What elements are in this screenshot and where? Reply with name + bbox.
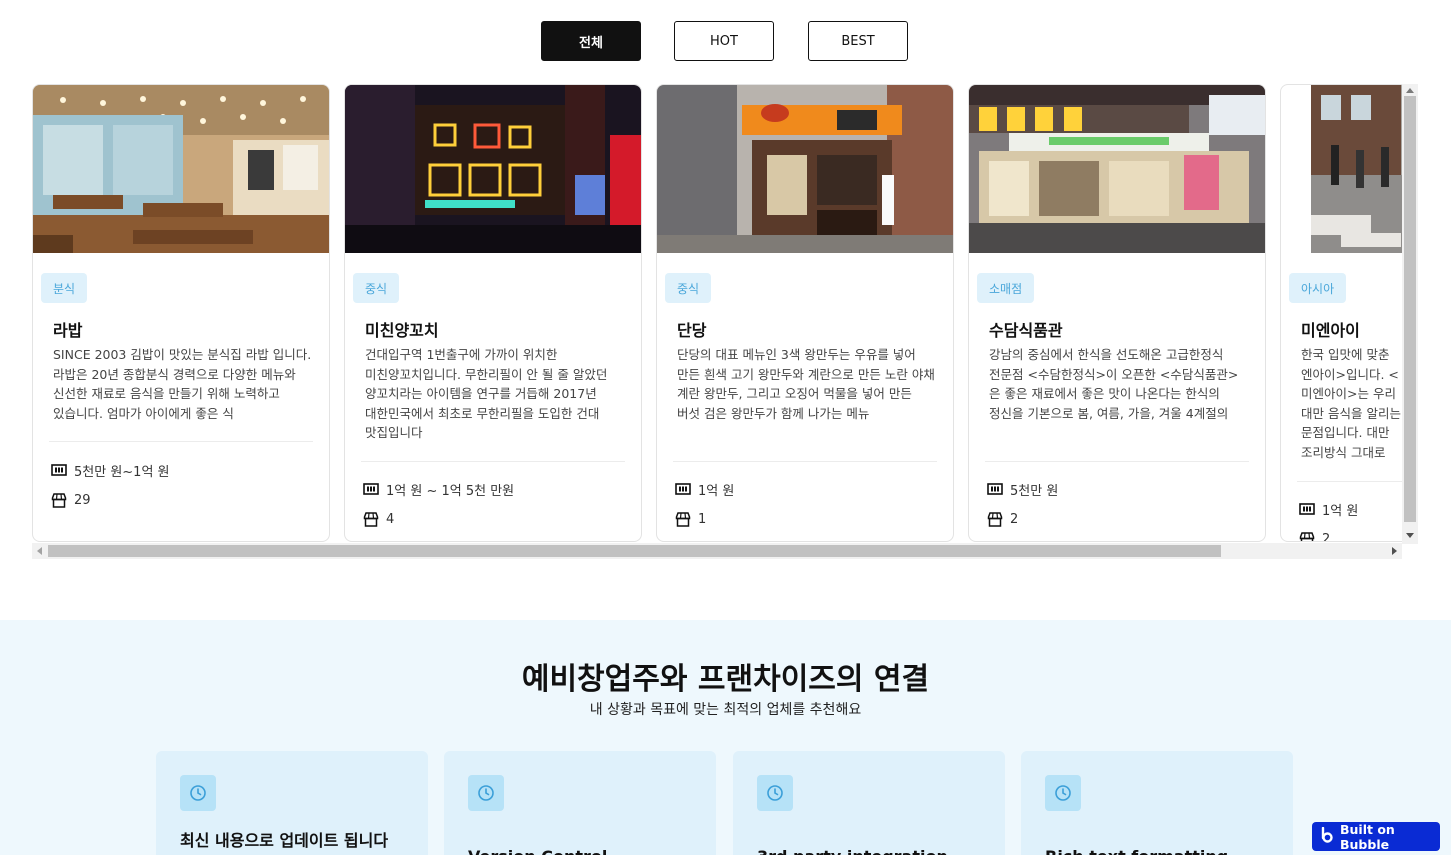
feature-label: 3rd party integration <box>757 847 948 855</box>
section-title: 예비창업주와 프랜차이즈의 연결 <box>521 662 930 697</box>
connection-section: 예비창업주와 프랜차이즈의 연결 내 상황과 목표에 맞는 최적의 업체를 추천… <box>0 620 1451 855</box>
card-title: 라밥 <box>53 321 83 340</box>
card-divider <box>985 461 1249 462</box>
cost-row: 1억 원 <box>1299 498 1358 520</box>
feature-card: 3rd party integration <box>733 751 1005 855</box>
scroll-left-arrow-icon[interactable] <box>37 547 42 555</box>
card-divider <box>673 461 937 462</box>
cost-row: 1억 원 ~ 1억 5천 만원 <box>363 478 514 500</box>
store-count: 2 <box>1010 511 1019 527</box>
scroll-up-arrow-icon[interactable] <box>1406 88 1414 93</box>
money-icon <box>1299 503 1315 515</box>
card-divider <box>1297 481 1418 482</box>
franchise-card[interactable]: 분식 라밥 SINCE 2003 김밥이 맛있는 분식집 라밥 입니다. 라밥은… <box>32 84 330 542</box>
cost-value: 1억 원 ~ 1억 5천 만원 <box>386 483 515 499</box>
bubble-logo-icon <box>1320 826 1334 846</box>
cost-row: 5천만 원 <box>987 478 1058 500</box>
cost-value: 1억 원 <box>1322 503 1359 519</box>
clock-icon <box>180 775 216 811</box>
cost-row: 1억 원 <box>675 478 734 500</box>
card-description: 강남의 중심에서 한식을 선도해온 고급한정식 전문점 <수담한정식>이 오픈한… <box>989 347 1239 421</box>
store-icon <box>51 492 67 508</box>
category-badge: 분식 <box>41 273 88 303</box>
section-subtitle: 내 상황과 목표에 맞는 최적의 업체를 추천해요 <box>589 702 862 718</box>
card-image-dandang-storefront <box>657 85 953 253</box>
category-badge: 아시아 <box>1289 273 1347 303</box>
card-description: 단당의 대표 메뉴인 3색 왕만두는 우유를 넣어 만든 흰색 고기 왕만두와 … <box>677 347 935 421</box>
money-icon <box>51 464 67 476</box>
bubble-badge-label: Built on Bubble <box>1340 821 1395 852</box>
category-badge: 중식 <box>665 273 712 303</box>
category-badge: 소매점 <box>977 273 1035 303</box>
card-title: 단당 <box>677 321 707 340</box>
store-icon <box>363 511 379 527</box>
filter-tabs: 전체 HOT BEST <box>0 21 1451 61</box>
store-count: 1 <box>698 511 707 527</box>
feature-label: Version Control <box>468 847 607 855</box>
store-icon <box>675 511 691 527</box>
stores-row: 2 <box>987 508 1018 530</box>
feature-label: Rich text formatting <box>1045 847 1228 855</box>
tab-best[interactable]: BEST <box>808 21 908 61</box>
clock-icon <box>468 775 504 811</box>
card-image-restaurant-interior <box>33 85 329 253</box>
franchise-card-scroller[interactable]: 분식 라밥 SINCE 2003 김밥이 맛있는 분식집 라밥 입니다. 라밥은… <box>32 84 1418 560</box>
cost-value: 1억 원 <box>698 483 735 499</box>
franchise-card[interactable]: 중식 미친양꼬치 건대입구역 1번출구에 가까이 위치한 미친양꼬치입니다. 무… <box>344 84 642 542</box>
card-image-food-hall-storefront <box>969 85 1265 253</box>
cost-value: 5천만 원 <box>1010 483 1059 499</box>
store-count: 4 <box>386 511 395 527</box>
stores-row: 29 <box>51 489 91 511</box>
card-title: 미친양꼬치 <box>365 321 439 340</box>
franchise-card[interactable]: 아시아 미엔아이 한국 입맛에 맞춘 엔아이>입니다. <미엔아이>는 우리 대… <box>1280 84 1418 542</box>
stores-row: 4 <box>363 508 394 530</box>
card-description: SINCE 2003 김밥이 맛있는 분식집 라밥 입니다. 라밥은 20년 종… <box>53 347 312 421</box>
store-icon <box>1299 531 1315 541</box>
feature-card: Version Control <box>444 751 716 855</box>
card-title: 수담식품관 <box>989 321 1063 340</box>
feature-card: 최신 내용으로 업데이트 됩니다 <box>156 751 428 855</box>
stores-row: 2 <box>1299 528 1331 542</box>
feature-label: 최신 내용으로 업데이트 됩니다 <box>180 831 389 850</box>
card-divider <box>361 461 625 462</box>
clock-icon <box>757 775 793 811</box>
vertical-scrollbar[interactable] <box>1402 84 1418 544</box>
stores-row: 1 <box>675 508 706 530</box>
horizontal-scroll-thumb[interactable] <box>48 545 1221 557</box>
franchise-card[interactable]: 소매점 수담식품관 강남의 중심에서 한식을 선도해온 고급한정식 전문점 <수… <box>968 84 1266 542</box>
card-title: 미엔아이 <box>1301 321 1360 340</box>
card-divider <box>49 441 313 442</box>
card-description: 건대입구역 1번출구에 가까이 위치한 미친양꼬치입니다. 무한리필이 안 될 … <box>365 347 608 441</box>
money-icon <box>987 483 1003 495</box>
money-icon <box>675 483 691 495</box>
money-icon <box>363 483 379 495</box>
feature-card: Rich text formatting <box>1021 751 1293 855</box>
clock-icon <box>1045 775 1081 811</box>
cost-value: 5천만 원~1억 원 <box>74 464 170 480</box>
store-count: 2 <box>1322 531 1331 542</box>
category-badge: 중식 <box>353 273 400 303</box>
built-on-bubble-badge[interactable]: Built on Bubble <box>1312 821 1440 852</box>
tab-hot[interactable]: HOT <box>674 21 774 61</box>
store-count: 29 <box>74 492 91 508</box>
card-image-neon-sign-storefront <box>345 85 641 253</box>
card-description: 한국 입맛에 맞춘 엔아이>입니다. <미엔아이>는 우리 대만 음식을 알리는… <box>1301 347 1401 460</box>
franchise-card[interactable]: 중식 단당 단당의 대표 메뉴인 3색 왕만두는 우유를 넣어 만든 흰색 고기… <box>656 84 954 542</box>
horizontal-scrollbar[interactable] <box>32 543 1402 559</box>
scroll-right-arrow-icon[interactable] <box>1392 547 1397 555</box>
tab-all[interactable]: 전체 <box>541 21 641 61</box>
scroll-down-arrow-icon[interactable] <box>1406 533 1414 538</box>
vertical-scroll-thumb[interactable] <box>1404 96 1416 522</box>
store-icon <box>987 511 1003 527</box>
cost-row: 5천만 원~1억 원 <box>51 459 170 481</box>
